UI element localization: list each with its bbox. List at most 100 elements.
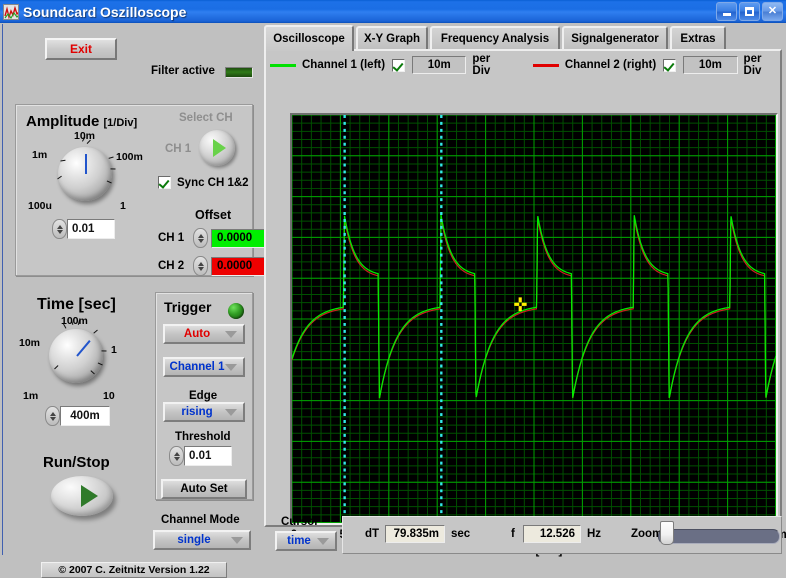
filter-active-label: Filter active — [151, 65, 215, 77]
trigger-threshold-label: Threshold — [175, 431, 231, 443]
channel2-label: Channel 2 (right) — [565, 59, 656, 71]
chevron-down-icon — [225, 364, 237, 371]
amplitude-scale-label-1m: 1m — [32, 149, 47, 161]
channel-mode-value: single — [177, 534, 210, 546]
plot-canvas[interactable] — [292, 115, 776, 523]
exit-button[interactable]: Exit — [45, 38, 117, 60]
offset-title: Offset — [195, 208, 231, 222]
cursor-mode-value: time — [287, 535, 311, 547]
zoom-slider-handle[interactable] — [660, 521, 674, 545]
amplitude-value-field[interactable]: 0.01 — [67, 219, 115, 239]
auto-set-button[interactable]: Auto Set — [161, 479, 247, 499]
amplitude-scale-label-100m: 100m — [116, 151, 143, 163]
offset-ch2-label: CH 2 — [158, 260, 190, 272]
window-controls: ✕ — [716, 2, 786, 21]
time-scale-label-10m: 10m — [19, 337, 40, 349]
trigger-mode-combo[interactable]: Auto — [163, 324, 245, 344]
time-scale-label-10: 10 — [103, 390, 115, 402]
trigger-source-combo[interactable]: Channel 1 — [163, 357, 245, 377]
amplitude-unit: [1/Div] — [104, 117, 138, 129]
chevron-down-icon — [317, 538, 329, 545]
offset-row-ch2[interactable]: CH 2 0.0000 — [158, 256, 267, 276]
channel-legend-bar: Channel 1 (left) 10m per Div Channel 2 (… — [270, 55, 780, 75]
tab-oscilloscope[interactable]: Oscilloscope — [264, 25, 354, 51]
channel2-per-div-field[interactable]: 10m — [683, 56, 737, 74]
main-panel: Oscilloscope X-Y Graph Frequency Analysi… — [262, 24, 784, 555]
offset-ch2-spinner[interactable] — [193, 256, 208, 276]
minimize-icon[interactable] — [716, 2, 737, 21]
amplitude-scale-label-100u: 100u — [28, 200, 52, 212]
offset-ch2-value[interactable]: 0.0000 — [211, 257, 267, 276]
chevron-down-icon — [225, 331, 237, 338]
time-knob-needle — [76, 340, 90, 357]
amplitude-title: Amplitude [1/Div] — [26, 113, 137, 130]
filter-active-led — [225, 67, 253, 78]
channel-mode-combo[interactable]: single — [153, 530, 251, 550]
time-title: Time [sec] — [37, 296, 116, 314]
tab-signalgenerator[interactable]: Signalgenerator — [562, 26, 668, 50]
channel1-enable-checkbox[interactable] — [392, 59, 405, 72]
cursor-mode-combo[interactable]: time — [275, 531, 337, 551]
channel1-per-div-field[interactable]: 10m — [412, 56, 466, 74]
channel2-enable-checkbox[interactable] — [663, 59, 676, 72]
zoom-slider-track[interactable] — [658, 529, 780, 544]
channel2-per-div-label: per Div — [744, 53, 780, 77]
sync-channels-row[interactable]: Sync CH 1&2 — [158, 176, 249, 189]
channel-mode-label: Channel Mode — [161, 514, 240, 526]
amplitude-spinner[interactable] — [52, 219, 67, 239]
play-triangle-icon — [213, 139, 226, 157]
offset-ch1-label: CH 1 — [158, 232, 190, 244]
channel2-color-swatch — [533, 64, 559, 67]
trigger-source-value: Channel 1 — [170, 361, 225, 373]
oscilloscope-plot[interactable] — [290, 113, 778, 525]
offset-ch1-spinner[interactable] — [193, 228, 208, 248]
amplitude-title-text: Amplitude — [26, 113, 99, 130]
select-channel-label: Select CH — [179, 112, 233, 124]
offset-ch1-value[interactable]: 0.0000 — [211, 229, 267, 248]
window-title: Soundcard Oszilloscope — [23, 4, 186, 20]
trigger-led — [228, 303, 244, 319]
trigger-edge-label: Edge — [189, 390, 217, 402]
frequency-value: 12.526 — [523, 525, 581, 543]
amplitude-value-stepper[interactable]: 0.01 — [52, 219, 115, 239]
time-value-field[interactable]: 400m — [60, 406, 110, 426]
delta-t-unit: sec — [451, 528, 470, 540]
frequency-unit: Hz — [587, 528, 601, 540]
select-channel-button[interactable] — [199, 130, 235, 166]
run-stop-button[interactable] — [51, 476, 113, 516]
trigger-title: Trigger — [164, 299, 211, 315]
sync-channels-checkbox[interactable] — [158, 176, 171, 189]
threshold-spinner[interactable] — [169, 446, 184, 466]
trigger-mode-value: Auto — [184, 328, 210, 340]
delta-t-value: 79.835m — [385, 525, 445, 543]
tab-frequency-analysis[interactable]: Frequency Analysis — [430, 26, 560, 50]
time-scale-label-1: 1 — [111, 344, 117, 356]
trigger-threshold-field[interactable]: 0.01 — [184, 446, 232, 466]
copyright-label: © 2007 C. Zeitnitz Version 1.22 — [41, 562, 227, 578]
trigger-edge-combo[interactable]: rising — [163, 402, 245, 422]
channel1-color-swatch — [270, 64, 296, 67]
maximize-icon[interactable] — [739, 2, 760, 21]
trigger-threshold-stepper[interactable]: 0.01 — [169, 446, 232, 466]
tab-strip: Oscilloscope X-Y Graph Frequency Analysi… — [264, 26, 782, 50]
time-knob[interactable] — [49, 329, 103, 383]
selected-channel-label: CH 1 — [165, 143, 191, 155]
tab-xy-graph[interactable]: X-Y Graph — [356, 26, 428, 50]
play-triangle-icon — [81, 485, 98, 507]
run-stop-label: Run/Stop — [43, 454, 110, 471]
trigger-edge-value: rising — [181, 406, 212, 418]
time-spinner[interactable] — [45, 406, 60, 426]
close-icon[interactable]: ✕ — [762, 2, 783, 21]
time-knob-dial[interactable] — [49, 329, 103, 383]
control-panel: Exit Filter active Amplitude [1/Div] 10m… — [2, 24, 260, 555]
offset-row-ch1[interactable]: CH 1 0.0000 — [158, 228, 267, 248]
amplitude-knob-needle — [85, 154, 87, 174]
cursor-label: Cursor — [281, 516, 319, 528]
time-value-stepper[interactable]: 400m — [45, 406, 110, 426]
tab-extras[interactable]: Extras — [670, 26, 726, 50]
amplitude-knob-dial[interactable] — [58, 147, 112, 201]
amplitude-knob[interactable] — [58, 147, 112, 201]
sync-channels-label: Sync CH 1&2 — [177, 177, 249, 189]
channel1-per-div-label: per Div — [472, 53, 508, 77]
amplitude-scale-label-10m: 10m — [74, 130, 95, 142]
